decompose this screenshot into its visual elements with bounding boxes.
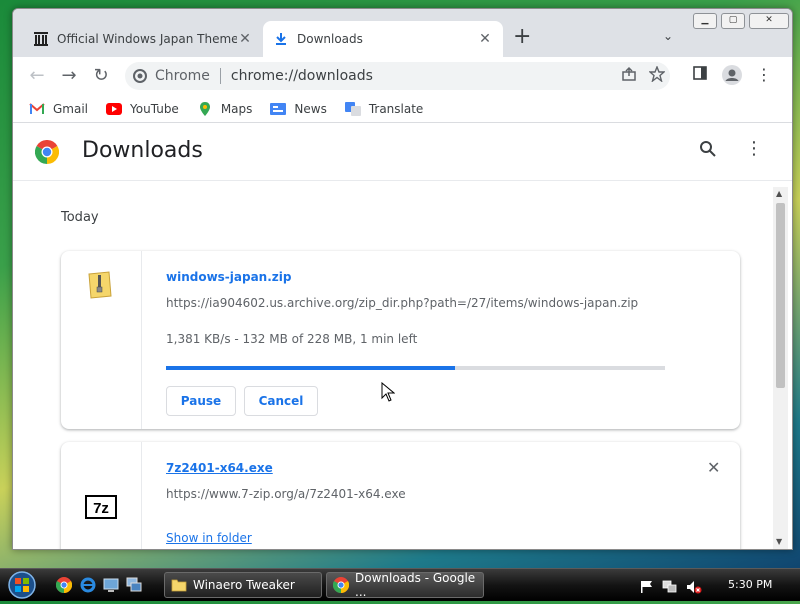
search-icon[interactable] — [699, 140, 717, 162]
download-status: 1,381 KB/s - 132 MB of 228 MB, 1 min lef… — [166, 332, 418, 346]
scroll-thumb[interactable] — [776, 203, 785, 388]
chrome-menu-icon[interactable]: ⋮ — [753, 65, 775, 84]
section-heading: Today — [61, 210, 99, 225]
7zip-icon: 7z — [85, 495, 117, 519]
window-controls: ▁ ▢ ✕ — [693, 13, 789, 29]
scrollbar[interactable]: ▲ ▼ — [773, 187, 788, 549]
show-desktop-icon[interactable] — [103, 577, 121, 593]
youtube-icon — [106, 102, 123, 116]
remove-from-list-icon[interactable]: ✕ — [707, 458, 720, 477]
bookmark-maps[interactable]: Maps — [197, 101, 253, 116]
new-tab-button[interactable]: + — [513, 26, 531, 48]
bookmark-label: Maps — [220, 101, 253, 116]
downloads-page: Downloads ⋮ Today windows-japan.zip http… — [13, 124, 792, 549]
gmail-icon — [29, 102, 45, 116]
archive-org-icon — [33, 31, 49, 47]
taskbar-item-winaero-tweaker[interactable]: Winaero Tweaker — [164, 572, 322, 598]
page-title: Downloads — [82, 138, 203, 163]
more-actions-icon[interactable]: ⋮ — [745, 138, 763, 159]
chrome-icon — [332, 577, 350, 594]
download-item: windows-japan.zip https://ia904602.us.ar… — [61, 251, 740, 429]
action-center-flag-icon[interactable] — [640, 579, 654, 598]
file-url: https://www.7-zip.org/a/7z2401-x64.exe — [166, 487, 406, 501]
chrome-quicklaunch-icon[interactable] — [55, 577, 74, 594]
translate-icon — [344, 101, 361, 116]
bookmark-label: Translate — [368, 101, 424, 116]
maximize-button[interactable]: ▢ — [721, 13, 745, 29]
bookmark-star-icon[interactable] — [648, 65, 666, 86]
taskbar-item-label: Winaero Tweaker — [193, 578, 295, 592]
reload-button[interactable]: ↻ — [89, 65, 113, 87]
omnibox-divider — [219, 68, 221, 84]
mouse-cursor-icon — [381, 381, 396, 406]
volume-muted-icon[interactable] — [686, 579, 702, 598]
tab-title: Official Windows Japan Themes a — [57, 32, 237, 46]
bookmark-label: Gmail — [53, 101, 89, 116]
taskbar: Winaero Tweaker Downloads - Google ... 5… — [0, 568, 800, 601]
file-icon-column — [61, 251, 142, 429]
start-button[interactable] — [6, 570, 40, 600]
browser-window: Official Windows Japan Themes a ✕ Downlo… — [12, 8, 793, 550]
tab-title: Downloads — [297, 32, 363, 46]
system-tray — [640, 579, 702, 598]
file-icon-column: 7z — [61, 442, 142, 549]
tab-close-icon[interactable]: ✕ — [237, 31, 253, 47]
tab-search-icon[interactable]: ⌄ — [663, 29, 673, 43]
bookmark-translate[interactable]: Translate — [344, 101, 424, 116]
bookmark-label: News — [294, 101, 327, 116]
tab-strip: Official Windows Japan Themes a ✕ Downlo… — [13, 9, 792, 57]
omnibox-chip-label: Chrome — [155, 68, 210, 84]
clock[interactable]: 5:30 PM — [728, 578, 772, 591]
internet-explorer-icon[interactable] — [80, 577, 98, 593]
close-button[interactable]: ✕ — [749, 13, 789, 29]
forward-button[interactable]: → — [57, 65, 81, 87]
tab-downloads[interactable]: Downloads ✕ — [263, 21, 503, 57]
url-text[interactable]: chrome://downloads — [231, 68, 373, 84]
bookmark-youtube[interactable]: YouTube — [106, 102, 179, 116]
zip-folder-icon — [88, 271, 112, 299]
tab-close-icon[interactable]: ✕ — [477, 31, 493, 47]
back-button[interactable]: ← — [25, 65, 49, 87]
side-panel-icon[interactable] — [689, 65, 711, 85]
progress-fill — [166, 366, 456, 370]
share-icon[interactable] — [621, 66, 637, 86]
scroll-up-icon[interactable]: ▲ — [776, 189, 782, 198]
download-icon — [273, 31, 289, 47]
file-name-link[interactable]: 7z2401-x64.exe — [166, 461, 273, 475]
bookmark-gmail[interactable]: Gmail — [29, 102, 88, 116]
omnibox-chip: Chrome — [133, 68, 210, 84]
file-name-link[interactable]: windows-japan.zip — [166, 270, 291, 284]
folder-icon — [171, 577, 187, 593]
network-icon[interactable] — [662, 579, 678, 598]
tab-windows-japan-themes[interactable]: Official Windows Japan Themes a ✕ — [23, 21, 263, 57]
maps-icon — [197, 101, 213, 116]
taskbar-item-label: Downloads - Google ... — [355, 571, 476, 599]
news-icon — [270, 102, 287, 116]
svg-text:7z: 7z — [93, 500, 109, 517]
scroll-down-icon[interactable]: ▼ — [776, 537, 782, 546]
switch-windows-icon[interactable] — [126, 577, 144, 593]
chrome-logo-icon — [34, 139, 60, 164]
show-in-folder-link[interactable]: Show in folder — [166, 531, 252, 545]
bookmark-label: YouTube — [130, 101, 179, 116]
minimize-button[interactable]: ▁ — [693, 13, 717, 29]
bookmarks-bar: Gmail YouTube Maps News Translate — [13, 95, 792, 123]
file-url: https://ia904602.us.archive.org/zip_dir.… — [166, 296, 639, 310]
download-progress-bar — [166, 366, 665, 370]
cancel-button[interactable]: Cancel — [244, 386, 318, 416]
download-item: 7z 7z2401-x64.exe https://www.7-zip.org/… — [61, 442, 740, 549]
pause-button[interactable]: Pause — [166, 386, 236, 416]
bookmark-news[interactable]: News — [270, 101, 327, 116]
toolbar: ← → ↻ Chrome chrome://downloads ⋮ — [13, 57, 792, 95]
profile-avatar-icon[interactable] — [721, 65, 743, 89]
taskbar-item-chrome-downloads[interactable]: Downloads - Google ... — [326, 571, 484, 599]
downloads-header: Downloads ⋮ — [13, 124, 792, 181]
address-bar[interactable]: Chrome chrome://downloads — [125, 62, 670, 90]
